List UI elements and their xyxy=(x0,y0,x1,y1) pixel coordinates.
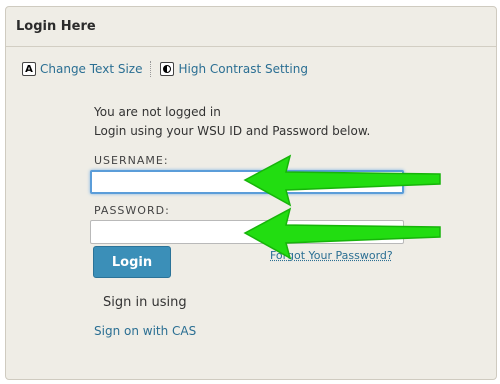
password-arrow-icon xyxy=(243,207,441,260)
login-status-text: You are not logged in xyxy=(94,105,221,119)
divider xyxy=(150,61,152,77)
text-size-icon: A xyxy=(22,62,36,76)
username-arrow-icon xyxy=(243,154,441,207)
sign-in-using-heading: Sign in using xyxy=(103,295,187,310)
contrast-icon xyxy=(160,62,175,76)
high-contrast-link[interactable]: High Contrast Setting xyxy=(160,62,308,76)
login-button[interactable]: Login xyxy=(93,246,171,278)
username-label: USERNAME: xyxy=(94,154,169,167)
high-contrast-label: High Contrast Setting xyxy=(178,62,308,76)
sign-on-with-cas-link[interactable]: Sign on with CAS xyxy=(94,324,196,338)
panel-title: Login Here xyxy=(6,7,496,47)
password-label: PASSWORD: xyxy=(94,204,170,217)
change-text-size-label: Change Text Size xyxy=(40,62,143,76)
change-text-size-link[interactable]: A Change Text Size xyxy=(22,62,142,76)
accessibility-bar: A Change Text Size High Contrast Setting xyxy=(22,60,308,78)
login-instructions-text: Login using your WSU ID and Password bel… xyxy=(94,124,371,138)
